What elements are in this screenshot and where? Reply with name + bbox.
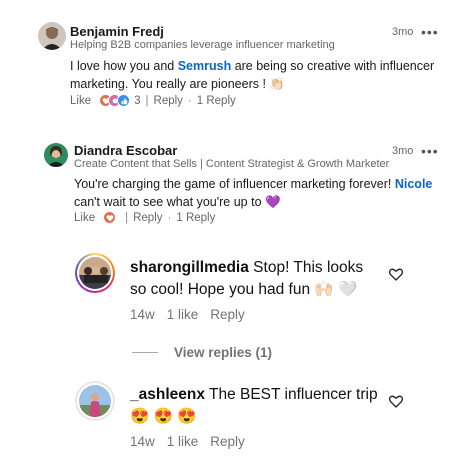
comment-text-part: I love how you and [70, 59, 178, 73]
dot-separator: · [167, 211, 172, 224]
like-button[interactable]: Like [74, 212, 95, 224]
comment-text-part: You're charging the game of influencer m… [74, 177, 395, 191]
reply-button[interactable]: Reply [133, 212, 162, 224]
clapping-emoji: 👏🏻 [269, 77, 285, 91]
ig-username[interactable]: _ashleenx [130, 386, 205, 403]
comment-text: I love how you and Semrush are being so … [70, 57, 440, 93]
reply-button[interactable]: Reply [154, 95, 183, 107]
replies-count-link[interactable]: 1 Reply [197, 95, 236, 107]
comment-timestamp: 3mo [392, 145, 414, 157]
commenter-name[interactable]: Diandra Escobar [74, 143, 177, 158]
ig-reply-button[interactable]: Reply [210, 434, 245, 449]
separator: | [145, 94, 149, 107]
divider-line [132, 352, 158, 353]
ig-comment-body: The BEST influencer trip [204, 386, 378, 403]
ig-timestamp: 14w [130, 434, 155, 449]
purple-heart-emoji: 💜 [265, 195, 281, 209]
heart-outline-icon[interactable] [388, 266, 404, 282]
comment-text: You're charging the game of influencer m… [74, 175, 446, 211]
avatar-image [79, 385, 111, 417]
mention-link[interactable]: Semrush [178, 59, 232, 73]
mention-link[interactable]: Nicole [395, 177, 433, 191]
like-button[interactable]: Like [70, 95, 91, 107]
commenter-headline: Helping B2B companies leverage influence… [70, 39, 335, 51]
replies-count-link[interactable]: 1 Reply [176, 212, 215, 224]
view-replies-button[interactable]: View replies (1) [132, 345, 272, 360]
reaction-icons[interactable] [103, 211, 117, 224]
dot-separator: · [187, 94, 192, 107]
commenter-name[interactable]: Benjamin Fredj [70, 24, 164, 39]
avatar-inner [77, 255, 113, 291]
comment-timestamp: 3mo [392, 26, 414, 38]
ig-comment-meta: 14w 1 like Reply [130, 307, 257, 322]
ig-username[interactable]: sharongillmedia [130, 259, 249, 276]
comment-actions: Like | Reply · 1 Reply [74, 211, 215, 224]
avatar-diandra-escobar[interactable] [44, 143, 68, 167]
heart-eyes-emoji: 😍 😍 😍 [130, 408, 197, 425]
more-options-icon[interactable]: ••• [421, 144, 439, 158]
like-reaction-icon [117, 94, 131, 107]
ig-reply-button[interactable]: Reply [210, 307, 245, 322]
ig-comment-text: _ashleenx The BEST influencer trip 😍 😍 😍 [130, 384, 380, 428]
comment-text-part: can't wait to see what you're up to [74, 195, 265, 209]
view-replies-label[interactable]: View replies (1) [174, 345, 272, 360]
comment-actions: Like 3 | Reply · 1 Reply [70, 94, 236, 107]
avatar-benjamin-fredj[interactable] [38, 22, 66, 50]
ig-like-count[interactable]: 1 like [167, 307, 199, 322]
love-reaction-icon [103, 211, 117, 224]
avatar-image [79, 257, 111, 289]
heart-outline-icon[interactable] [388, 393, 404, 409]
ig-comment-meta: 14w 1 like Reply [130, 434, 257, 449]
avatar-inner [77, 383, 113, 419]
more-options-icon[interactable]: ••• [421, 25, 439, 39]
reaction-icons[interactable] [99, 94, 131, 107]
separator: | [125, 211, 129, 224]
reaction-count[interactable]: 3 [134, 95, 140, 107]
ig-like-count[interactable]: 1 like [167, 434, 199, 449]
commenter-headline: Create Content that Sells | Content Stra… [74, 158, 390, 170]
ig-timestamp: 14w [130, 307, 155, 322]
avatar-ashleenx[interactable] [75, 381, 115, 421]
avatar-sharongillmedia[interactable] [75, 253, 115, 293]
raised-hands-heart-emoji: 🙌🏻 🤍 [314, 281, 358, 298]
ig-comment-text: sharongillmedia Stop! This looks so cool… [130, 257, 380, 301]
